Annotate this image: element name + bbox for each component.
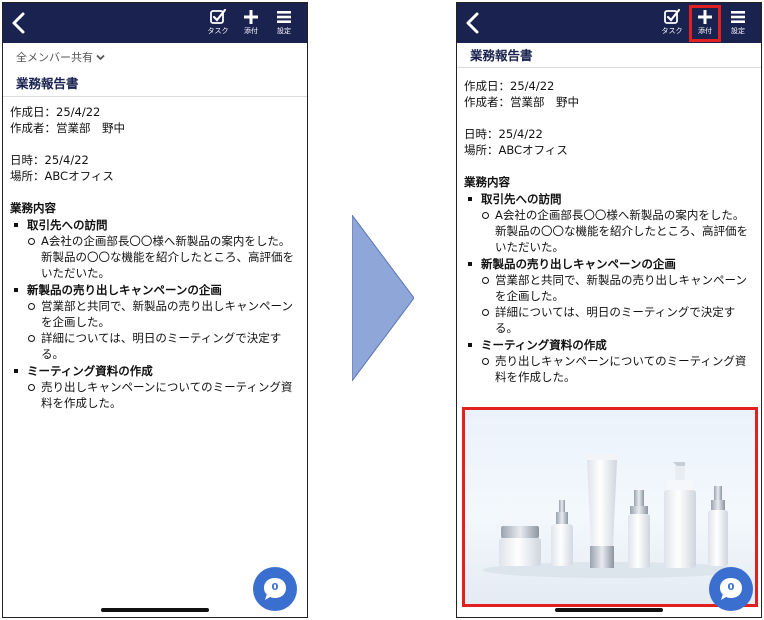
phone-screen-before: タスク 添付 設定 全メンバー共有 業務報告書 作成日：25/4/22 作成者：… [2, 2, 308, 618]
meeting-place: 場所：ABCオフィス [10, 169, 114, 183]
settings-label: 設定 [277, 27, 291, 35]
meeting-datetime: 日時：25/4/22 [10, 153, 89, 167]
back-button[interactable] [9, 11, 29, 35]
phone-screen-after: タスク 添付 設定 業務報告書 作成日：25/4/22 作成者：営業部 野中 日… [456, 2, 762, 618]
share-filter-dropdown[interactable]: 全メンバー共有 [16, 49, 105, 65]
plus-icon [698, 10, 712, 24]
top-toolbar: タスク 添付 設定 [3, 3, 307, 43]
attach-button[interactable]: 添付 [690, 6, 720, 40]
chat-button[interactable]: 0 [709, 567, 753, 611]
created-date: 作成日：25/4/22 [464, 79, 555, 93]
author: 作成者：営業部 野中 [10, 121, 125, 135]
author: 作成者：営業部 野中 [464, 95, 579, 109]
section-heading: 業務内容 [10, 201, 56, 215]
task-check-icon [210, 8, 227, 24]
top-toolbar: タスク 添付 設定 [457, 3, 761, 43]
settings-button[interactable]: 設定 [723, 6, 753, 40]
settings-button[interactable]: 設定 [269, 6, 299, 40]
task-check-icon [664, 8, 681, 24]
topic-detail: A会社の企画部長〇〇様へ新製品の案内をした。新製品の〇〇な機能を紹介したところ、… [10, 233, 300, 281]
topic-detail: 売り出しキャンペーンについてのミーティング資料を作成した。 [464, 353, 754, 385]
created-date: 作成日：25/4/22 [10, 105, 101, 119]
settings-label: 設定 [731, 27, 745, 35]
attach-label: 添付 [244, 27, 258, 35]
title-divider [457, 67, 761, 68]
meeting-datetime: 日時：25/4/22 [464, 127, 543, 141]
topic-detail: 詳細については、明日のミーティングで決定する。 [10, 330, 300, 362]
topic-title: 取引先への訪問 [10, 217, 300, 233]
chevron-down-icon [96, 54, 105, 60]
document-title: 業務報告書 [470, 48, 533, 63]
task-label: タスク [661, 27, 683, 35]
meeting-place: 場所：ABCオフィス [464, 143, 568, 157]
attached-image[interactable] [463, 408, 755, 604]
plus-icon [244, 10, 258, 24]
attach-label: 添付 [698, 27, 712, 35]
topic-detail: 営業部と共同で、新製品の売り出しキャンペーンを企画した。 [464, 272, 754, 304]
attach-button[interactable]: 添付 [236, 6, 266, 40]
document-body: 作成日：25/4/22 作成者：営業部 野中 日時：25/4/22 場所：ABC… [464, 78, 754, 385]
topic-detail: A会社の企画部長〇〇様へ新製品の案内をした。新製品の〇〇な機能を紹介したところ、… [464, 207, 754, 255]
title-divider [3, 96, 307, 97]
topic-detail: 営業部と共同で、新製品の売り出しキャンペーンを企画した。 [10, 298, 300, 330]
task-button[interactable]: タスク [657, 6, 687, 40]
section-heading: 業務内容 [464, 175, 510, 189]
menu-icon [277, 11, 291, 23]
document-title: 業務報告書 [16, 76, 79, 91]
chat-count: 0 [271, 582, 279, 593]
topic-title: 新製品の売り出しキャンペーンの企画 [10, 282, 300, 298]
chat-count: 0 [727, 582, 735, 593]
topic-title: 新製品の売り出しキャンペーンの企画 [464, 256, 754, 272]
home-indicator [101, 608, 209, 612]
share-filter-label: 全メンバー共有 [16, 51, 93, 64]
document-body: 作成日：25/4/22 作成者：営業部 野中 日時：25/4/22 場所：ABC… [10, 104, 300, 411]
back-button[interactable] [463, 11, 483, 35]
chat-button[interactable]: 0 [253, 567, 297, 611]
task-label: タスク [207, 27, 229, 35]
menu-icon [731, 11, 745, 23]
transition-arrow [352, 215, 414, 381]
cosmetics-bottles-photo [483, 454, 743, 578]
topic-title: ミーティング資料の作成 [464, 337, 754, 353]
chevron-left-icon [12, 12, 25, 34]
chevron-left-icon [466, 12, 479, 34]
topic-detail: 詳細については、明日のミーティングで決定する。 [464, 304, 754, 336]
home-indicator [555, 608, 663, 612]
task-button[interactable]: タスク [203, 6, 233, 40]
topic-title: 取引先への訪問 [464, 191, 754, 207]
topic-detail: 売り出しキャンペーンについてのミーティング資料を作成した。 [10, 379, 300, 411]
topic-title: ミーティング資料の作成 [10, 363, 300, 379]
